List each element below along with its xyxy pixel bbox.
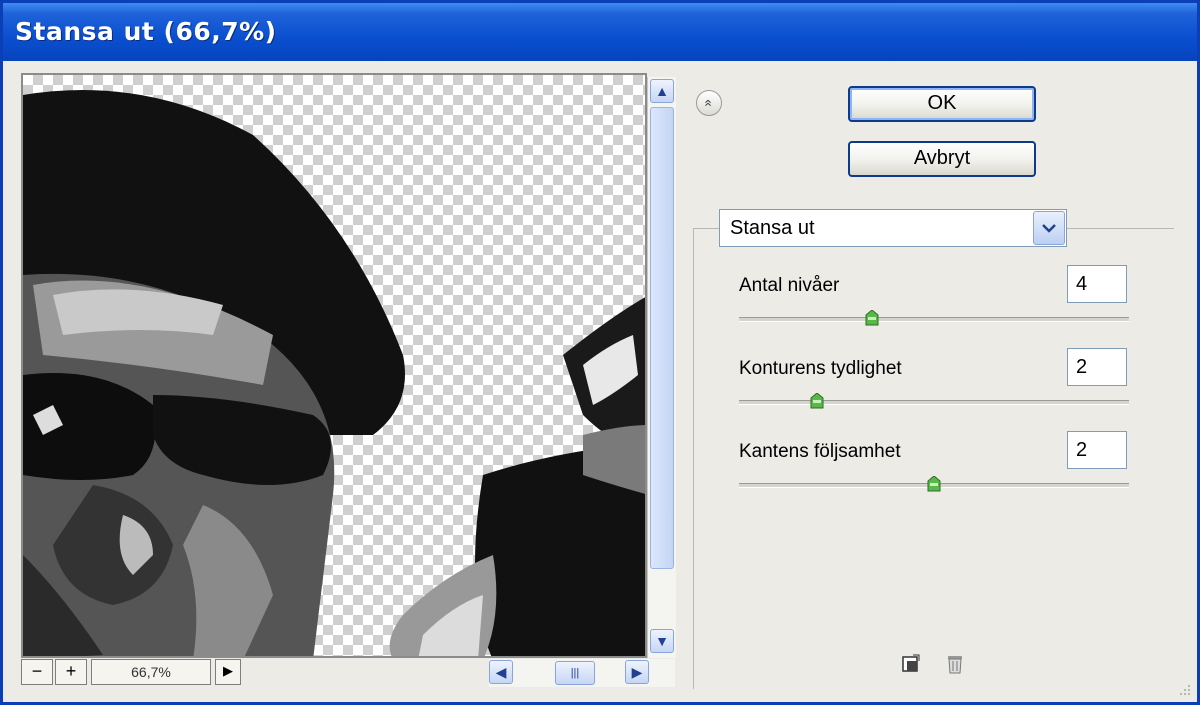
preview-canvas[interactable] xyxy=(21,73,647,658)
zoom-out-button[interactable]: − xyxy=(21,659,53,685)
slider-handle-edge-simplicity[interactable] xyxy=(810,393,824,409)
vertical-scroll-thumb[interactable] xyxy=(650,107,674,569)
slider-levels[interactable] xyxy=(739,310,1129,326)
slider-handle-edge-fidelity[interactable] xyxy=(927,476,941,492)
scroll-down-button[interactable]: ▼ xyxy=(650,629,674,653)
scroll-left-button[interactable]: ◀ xyxy=(489,660,513,684)
param-input-edge-fidelity[interactable]: 2 xyxy=(1067,431,1127,469)
title-bar[interactable]: Stansa ut (66,7%) xyxy=(3,3,1197,61)
resize-grip-icon[interactable] xyxy=(1177,682,1191,696)
slider-edge-simplicity[interactable] xyxy=(739,393,1129,409)
preview-toolbar: − + 66,7% ▶ ◀ ||| ▶ xyxy=(21,659,675,689)
chevron-down-icon[interactable] xyxy=(1033,211,1065,245)
slider-edge-fidelity[interactable] xyxy=(739,476,1129,492)
window-title: Stansa ut (66,7%) xyxy=(15,17,277,46)
filter-dialog-window: Stansa ut (66,7%) ▲ ▼ − + 66,7% ▶ ◀ ||| … xyxy=(0,0,1200,705)
collapse-panel-button[interactable]: « xyxy=(696,90,722,116)
param-label-edge-fidelity: Kantens följsamhet xyxy=(739,441,901,462)
scroll-right-button[interactable]: ▶ xyxy=(625,660,649,684)
ok-button[interactable]: OK xyxy=(848,86,1036,122)
preview-vertical-scrollbar[interactable]: ▲ ▼ xyxy=(647,77,676,658)
horizontal-scroll-thumb[interactable]: ||| xyxy=(555,661,595,685)
slider-handle-levels[interactable] xyxy=(865,310,879,326)
scroll-up-button[interactable]: ▲ xyxy=(650,79,674,103)
filter-select-value: Stansa ut xyxy=(730,217,815,239)
trash-icon[interactable] xyxy=(945,653,965,675)
new-effect-layer-icon[interactable] xyxy=(901,653,921,675)
param-label-edge-simplicity: Konturens tydlighet xyxy=(739,358,902,379)
preview-horizontal-scrollbar[interactable]: ◀ ||| ▶ xyxy=(489,659,675,687)
param-input-edge-simplicity[interactable]: 2 xyxy=(1067,348,1127,386)
zoom-menu-button[interactable]: ▶ xyxy=(215,659,241,685)
filter-select[interactable]: Stansa ut xyxy=(719,209,1067,247)
zoom-in-button[interactable]: + xyxy=(55,659,87,685)
param-label-levels: Antal nivåer xyxy=(739,275,840,296)
param-input-levels[interactable]: 4 xyxy=(1067,265,1127,303)
zoom-level-field[interactable]: 66,7% xyxy=(91,659,211,685)
double-chevron-up-icon: « xyxy=(701,99,717,107)
cancel-button[interactable]: Avbryt xyxy=(848,141,1036,177)
preview-image xyxy=(23,90,645,656)
